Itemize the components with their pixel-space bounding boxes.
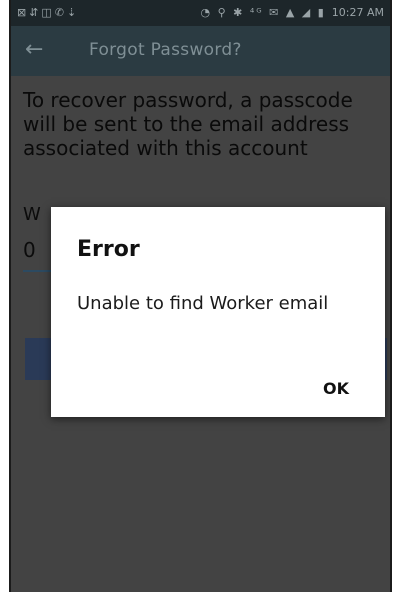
error-dialog: Error Unable to find Worker email OK [51, 207, 385, 417]
worker-id-input[interactable]: 0 [23, 238, 36, 262]
status-indicators: ◔ ⚲ ✱ ⁴ᴳ ✉ ▲ ◢ ▮ 10:27 AM [200, 6, 384, 19]
worker-id-label: W [23, 204, 41, 225]
notification-icons: ⊠⇵◫✆⇣ [17, 6, 80, 19]
back-arrow-icon[interactable]: ← [25, 37, 43, 62]
page-title: Forgot Password? [89, 40, 242, 60]
dialog-message: Unable to find Worker email [77, 293, 329, 314]
clock: 10:27 AM [331, 6, 384, 19]
dialog-title: Error [77, 237, 140, 262]
instruction-text: To recover password, a passcode will be … [23, 88, 353, 160]
ok-button[interactable]: OK [323, 379, 349, 398]
status-bar: ⊠⇵◫✆⇣ ◔ ⚲ ✱ ⁴ᴳ ✉ ▲ ◢ ▮ 10:27 AM [11, 0, 390, 26]
app-toolbar: ← Forgot Password? [11, 26, 390, 76]
system-icons: ◔ ⚲ ✱ ⁴ᴳ ✉ ▲ ◢ ▮ [200, 6, 326, 19]
phone-screen: ⊠⇵◫✆⇣ ◔ ⚲ ✱ ⁴ᴳ ✉ ▲ ◢ ▮ 10:27 AM ← Forgot… [9, 0, 392, 592]
